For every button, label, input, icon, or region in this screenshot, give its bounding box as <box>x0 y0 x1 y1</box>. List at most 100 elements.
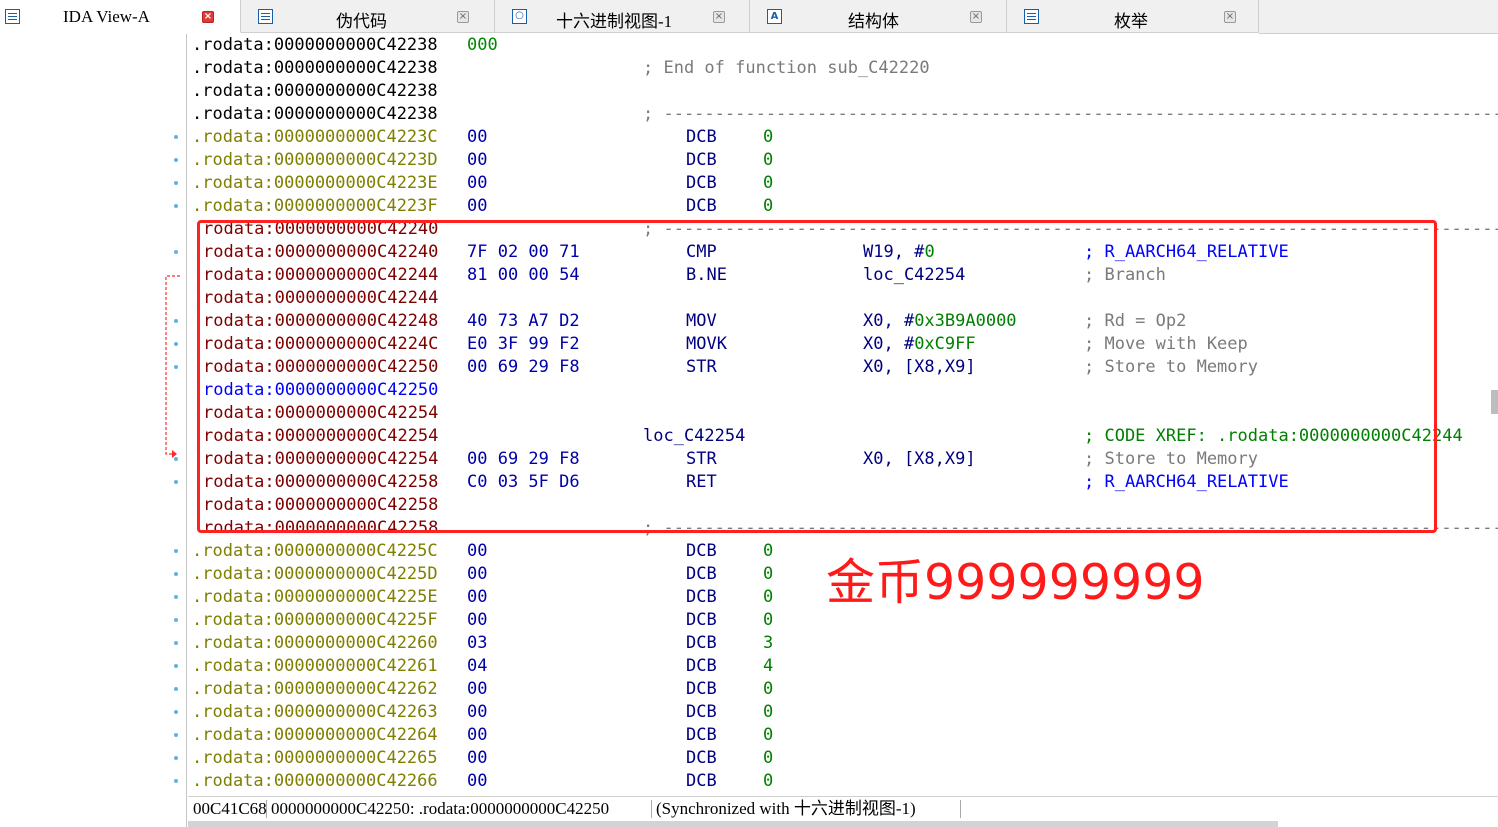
mnemonic: DCB <box>686 656 717 676</box>
operand: 0 <box>763 196 774 216</box>
ida-view-icon <box>5 9 20 24</box>
listing-line[interactable]: .rodata:0000000000C4223E 00 DCB 0 <box>192 172 1498 195</box>
mnemonic: DCB <box>686 748 717 768</box>
mnemonic: DCB <box>686 725 717 745</box>
operand: 0 <box>763 679 774 699</box>
tab-bar: IDA View-A × 伪代码 × ○ 十六进制视图-1 × A 结构体 × … <box>0 0 1498 34</box>
tab-label: 枚举 <box>1114 12 1148 31</box>
branch-arrow-icon <box>165 275 180 458</box>
operand: 0 <box>763 541 774 561</box>
mnemonic: DCB <box>686 771 717 791</box>
operand: 0 <box>763 150 774 170</box>
status-bar: 00C41C68 0000000000C42250: .rodata:00000… <box>188 796 1498 821</box>
gutter-dot <box>174 664 178 668</box>
mnemonic: DCB <box>686 633 717 653</box>
operand: 4 <box>763 656 774 676</box>
listing-line[interactable]: .rodata:0000000000C42263 00 DCB 0 <box>192 701 1498 724</box>
mnemonic: DCB <box>686 127 717 147</box>
opcode-bytes: 00 <box>467 587 488 607</box>
close-icon[interactable]: × <box>713 11 725 23</box>
mnemonic: DCB <box>686 150 717 170</box>
gutter-dot <box>174 595 178 599</box>
hex-view-icon: ○ <box>512 9 527 24</box>
close-icon[interactable]: × <box>970 11 982 23</box>
tab-hex-view-1[interactable]: ○ 十六进制视图-1 × <box>495 0 750 33</box>
gutter-dot <box>174 250 178 254</box>
close-icon[interactable]: × <box>457 11 469 23</box>
close-icon[interactable]: × <box>202 11 214 23</box>
address: .rodata:0000000000C42266 <box>192 771 438 791</box>
operand: 0 <box>763 173 774 193</box>
opcode-bytes: 000 <box>467 35 498 55</box>
opcode-bytes: 00 <box>467 725 488 745</box>
status-offset: 00C41C68 <box>193 799 267 818</box>
address: .rodata:0000000000C42262 <box>192 679 438 699</box>
tab-structures[interactable]: A 结构体 × <box>750 0 1007 33</box>
vertical-scrollbar-thumb[interactable] <box>1491 390 1498 414</box>
listing-line[interactable]: .rodata:0000000000C42238 000 <box>192 34 1498 57</box>
listing-line[interactable]: .rodata:0000000000C42238 ; --------------… <box>192 103 1498 126</box>
address: .rodata:0000000000C42238 <box>192 104 438 124</box>
address: .rodata:0000000000C42263 <box>192 702 438 722</box>
opcode-bytes: 00 <box>467 610 488 630</box>
mnemonic: DCB <box>686 679 717 699</box>
address: .rodata:0000000000C42238 <box>192 35 438 55</box>
close-icon[interactable]: × <box>1224 11 1236 23</box>
listing-line[interactable]: .rodata:0000000000C42238 ; End of functio… <box>192 57 1498 80</box>
listing-line[interactable]: .rodata:0000000000C42266 00 DCB 0 <box>192 770 1498 793</box>
gutter-dot <box>174 181 178 185</box>
listing-line[interactable]: .rodata:0000000000C42238 <box>192 80 1498 103</box>
opcode-bytes: 00 <box>467 771 488 791</box>
operand: 0 <box>763 587 774 607</box>
listing-line[interactable]: .rodata:0000000000C42262 00 DCB 0 <box>192 678 1498 701</box>
listing-line[interactable]: .rodata:0000000000C4223C 00 DCB 0 <box>192 126 1498 149</box>
mnemonic: DCB <box>686 196 717 216</box>
gutter-dot <box>174 687 178 691</box>
mnemonic: DCB <box>686 587 717 607</box>
opcode-bytes: 00 <box>467 748 488 768</box>
gutter-dot <box>174 480 178 484</box>
address: .rodata:0000000000C4223F <box>192 196 438 216</box>
mnemonic: DCB <box>686 564 717 584</box>
operand: 0 <box>763 725 774 745</box>
opcode-bytes: 00 <box>467 679 488 699</box>
gutter-dot <box>174 135 178 139</box>
mnemonic: DCB <box>686 541 717 561</box>
mnemonic: DCB <box>686 173 717 193</box>
opcode-bytes: 00 <box>467 173 488 193</box>
tab-enums[interactable]: 枚举 × <box>1007 0 1259 33</box>
opcode-bytes: 00 <box>467 196 488 216</box>
tab-pseudocode[interactable]: 伪代码 × <box>241 0 495 33</box>
status-location: 0000000000C42250: .rodata:0000000000C422… <box>271 799 610 818</box>
mnemonic: DCB <box>686 702 717 722</box>
highlight-box <box>197 220 1437 533</box>
status-sync: (Synchronized with 十六进制视图-1) <box>656 799 916 818</box>
operand: 3 <box>763 633 774 653</box>
address: .rodata:0000000000C42260 <box>192 633 438 653</box>
tab-bar-filler <box>1259 0 1498 34</box>
structures-icon: A <box>767 9 782 24</box>
coin-annotation: 金币999999999 <box>826 554 1205 611</box>
gutter-dot <box>174 572 178 576</box>
address: .rodata:0000000000C4225F <box>192 610 438 630</box>
gutter-dot <box>174 549 178 553</box>
address: .rodata:0000000000C4225E <box>192 587 438 607</box>
listing-line[interactable]: .rodata:0000000000C42261 04 DCB 4 <box>192 655 1498 678</box>
listing-line[interactable]: .rodata:0000000000C42264 00 DCB 0 <box>192 724 1498 747</box>
pseudocode-icon <box>258 9 273 24</box>
address: .rodata:0000000000C4223E <box>192 173 438 193</box>
opcode-bytes: 00 <box>467 127 488 147</box>
listing-line[interactable]: .rodata:0000000000C42260 03 DCB 3 <box>192 632 1498 655</box>
listing-line[interactable]: .rodata:0000000000C4223F 00 DCB 0 <box>192 195 1498 218</box>
address: .rodata:0000000000C42238 <box>192 58 438 78</box>
listing-line[interactable]: .rodata:0000000000C4223D 00 DCB 0 <box>192 149 1498 172</box>
gutter-dot <box>174 641 178 645</box>
listing-line[interactable]: .rodata:0000000000C42265 00 DCB 0 <box>192 747 1498 770</box>
tab-label: 十六进制视图-1 <box>556 12 673 31</box>
horizontal-scrollbar[interactable] <box>188 821 1278 827</box>
tab-ida-view-a[interactable]: IDA View-A × <box>0 0 241 33</box>
opcode-bytes: 00 <box>467 150 488 170</box>
arrow-gutter <box>0 34 186 827</box>
gutter-dot <box>174 158 178 162</box>
enums-icon <box>1024 9 1039 24</box>
